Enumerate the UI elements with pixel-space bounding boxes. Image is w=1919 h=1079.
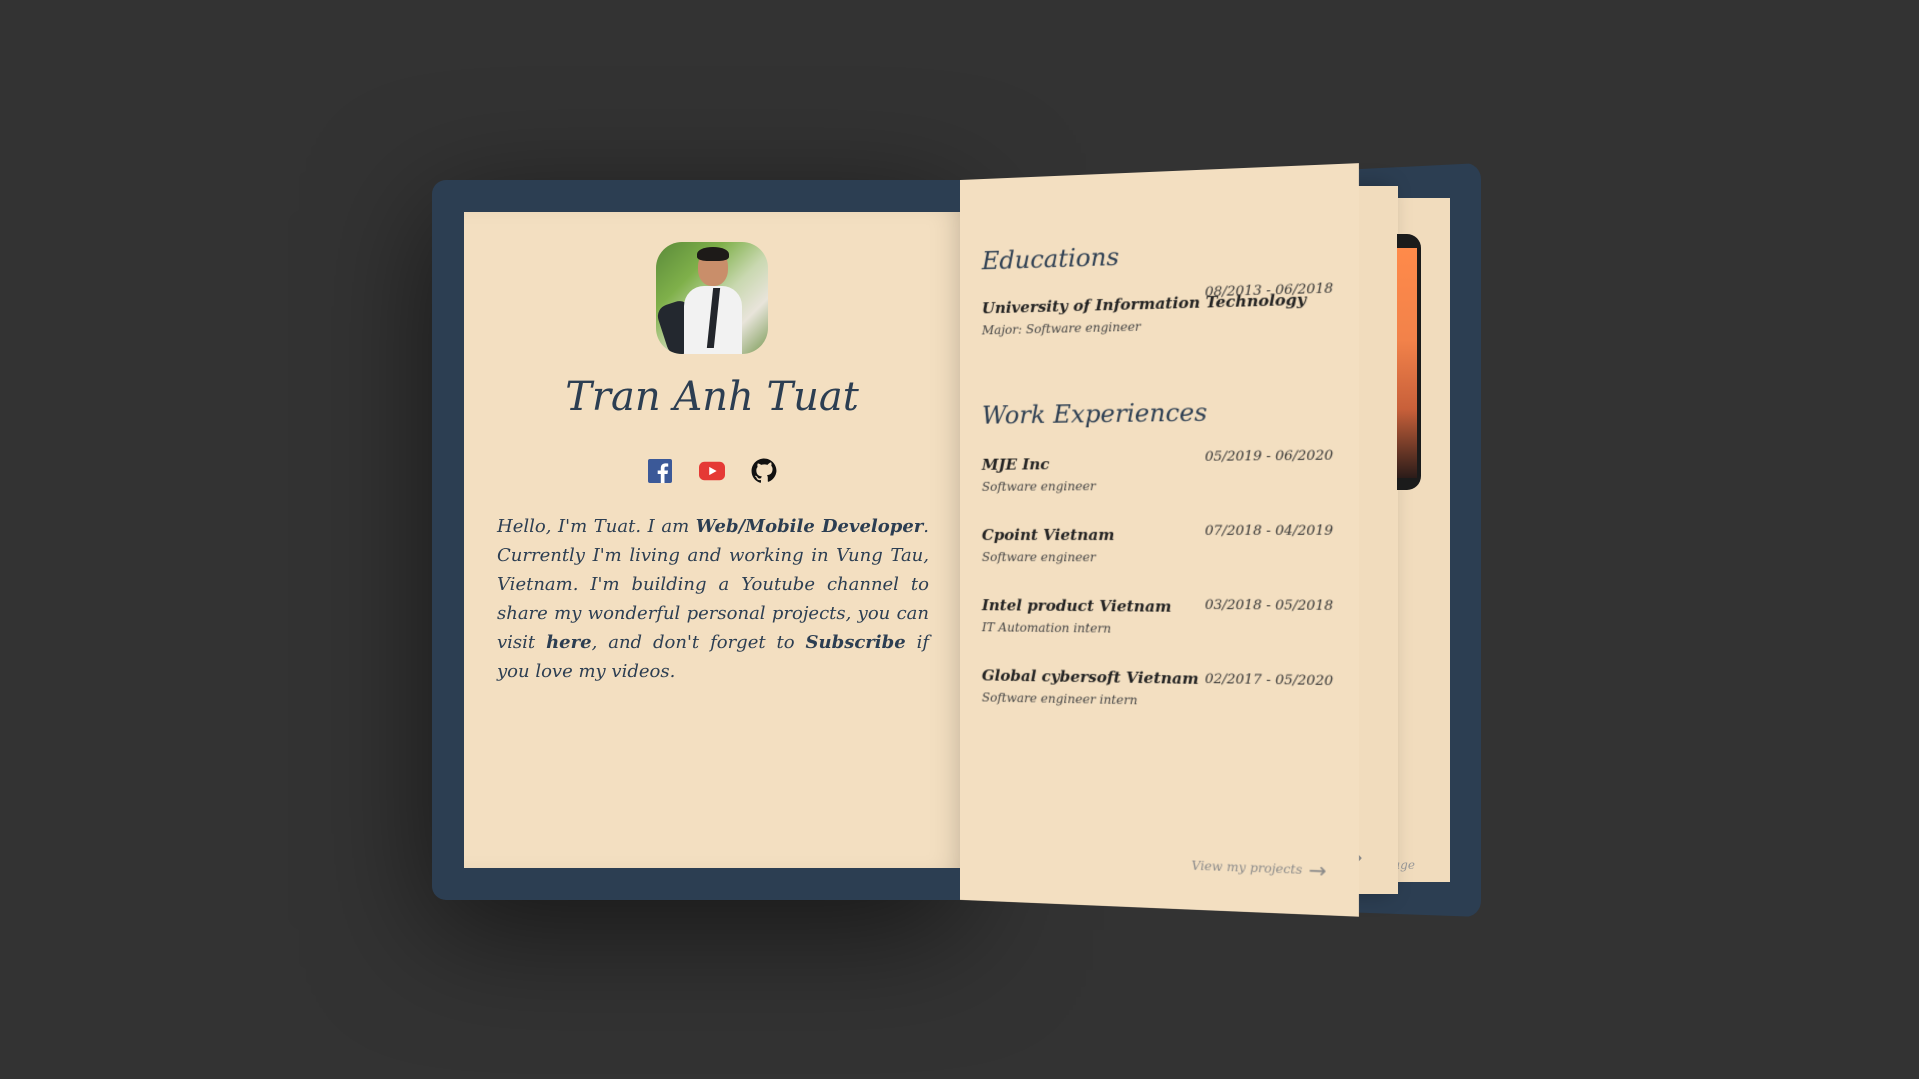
- github-icon[interactable]: [751, 458, 777, 484]
- profile-page: Tran Anh Tuat Hello, I'm Tuat. I am Web/…: [464, 212, 960, 868]
- work-company: Intel product Vietnam: [981, 596, 1172, 616]
- work-experiences-heading: Work Experiences: [981, 398, 1208, 430]
- work-date: 07/2018 - 04/2019: [1204, 523, 1334, 539]
- book-stage: age → Tran Anh Tuat Hello, I'm Tuat. I a…: [0, 0, 1919, 1079]
- work-company: MJE Inc: [981, 455, 1050, 474]
- work-role: Software engineer: [981, 479, 1096, 494]
- work-date: 05/2019 - 06/2020: [1204, 448, 1334, 465]
- work-role: Software engineer intern: [981, 690, 1138, 708]
- youtube-icon[interactable]: [699, 458, 725, 484]
- view-projects-label: View my projects: [1191, 858, 1303, 877]
- facebook-icon[interactable]: [647, 458, 673, 484]
- resume-page: Educations University of Information Tec…: [960, 163, 1359, 917]
- work-role: Software engineer: [981, 550, 1096, 565]
- youtube-link[interactable]: here: [546, 632, 591, 653]
- profile-name: Tran Anh Tuat: [565, 374, 859, 420]
- social-links: [464, 458, 960, 484]
- avatar: [656, 242, 768, 354]
- work-date: 02/2017 - 05/2020: [1204, 671, 1334, 690]
- bio-paragraph: Hello, I'm Tuat. I am Web/Mobile Develop…: [497, 516, 930, 682]
- subscribe-link[interactable]: Subscribe: [806, 632, 906, 653]
- education-date: 08/2013 - 06/2018: [1204, 281, 1334, 301]
- project-phone-screenshot: [1397, 234, 1421, 490]
- work-date: 03/2018 - 05/2018: [1204, 597, 1334, 615]
- education-major: Major: Software engineer: [981, 319, 1141, 338]
- view-projects-link[interactable]: View my projects →: [1192, 853, 1327, 883]
- arrow-right-icon: →: [1308, 857, 1327, 884]
- educations-heading: Educations: [981, 242, 1120, 276]
- work-role: IT Automation intern: [981, 620, 1112, 636]
- role-highlight: Web/Mobile Developer: [695, 516, 924, 537]
- work-company: Global cybersoft Vietnam: [981, 666, 1199, 689]
- work-company: Cpoint Vietnam: [981, 525, 1115, 545]
